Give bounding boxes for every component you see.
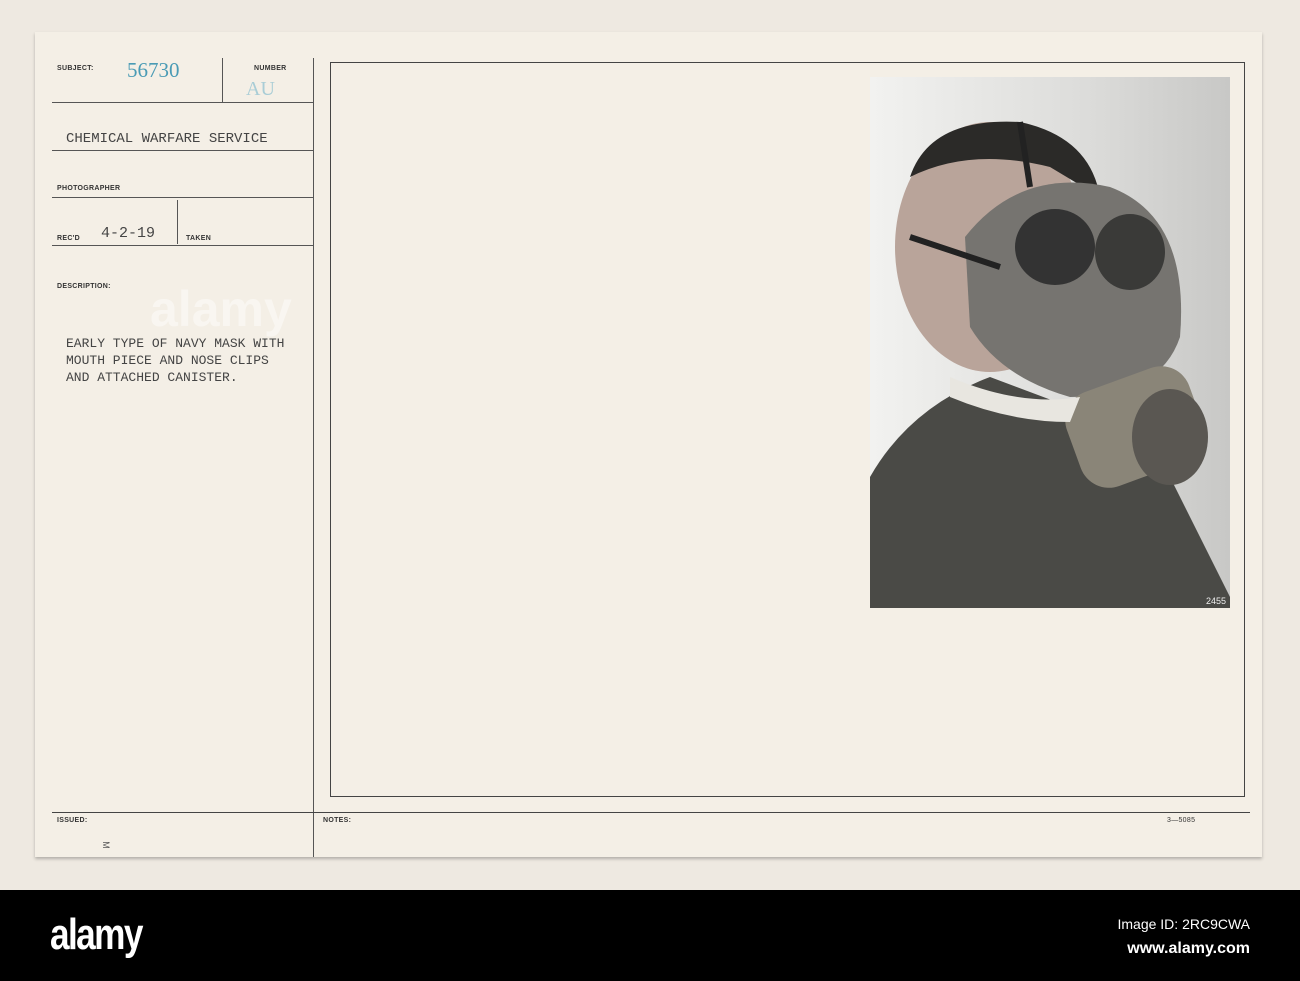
watermark-icon: alamy <box>150 281 292 337</box>
description-label: DESCRIPTION: <box>57 283 111 290</box>
issued-mark: M <box>100 841 111 849</box>
recd-label: REC'D <box>57 235 80 242</box>
image-id: Image ID: 2RC9CWA <box>1117 916 1250 932</box>
issued-label: ISSUED: <box>57 817 88 824</box>
photo-number: 2455 <box>1205 596 1226 606</box>
photograph: 2455 <box>870 77 1230 608</box>
taken-label: TAKEN <box>186 235 212 242</box>
recd-date: 4-2-19 <box>101 225 156 242</box>
subject-label: SUBJECT: <box>57 65 94 72</box>
footer-bar: alamy Image ID: 2RC9CWA www.alamy.com <box>0 890 1300 981</box>
subject-number: 56730 <box>127 58 180 82</box>
description-text: EARLY TYPE OF NAVY MASK WITH MOUTH PIECE… <box>66 336 285 385</box>
number-value: AU <box>246 78 275 100</box>
alamy-url[interactable]: www.alamy.com <box>1127 940 1250 958</box>
form-code: 3—5085 <box>1167 817 1196 824</box>
alamy-logo: alamy <box>50 910 143 959</box>
number-label: NUMBER <box>254 65 287 72</box>
notes-label: NOTES: <box>323 817 352 824</box>
photographer-label: PHOTOGRAPHER <box>57 185 121 192</box>
service-name: CHEMICAL WARFARE SERVICE <box>66 131 268 147</box>
